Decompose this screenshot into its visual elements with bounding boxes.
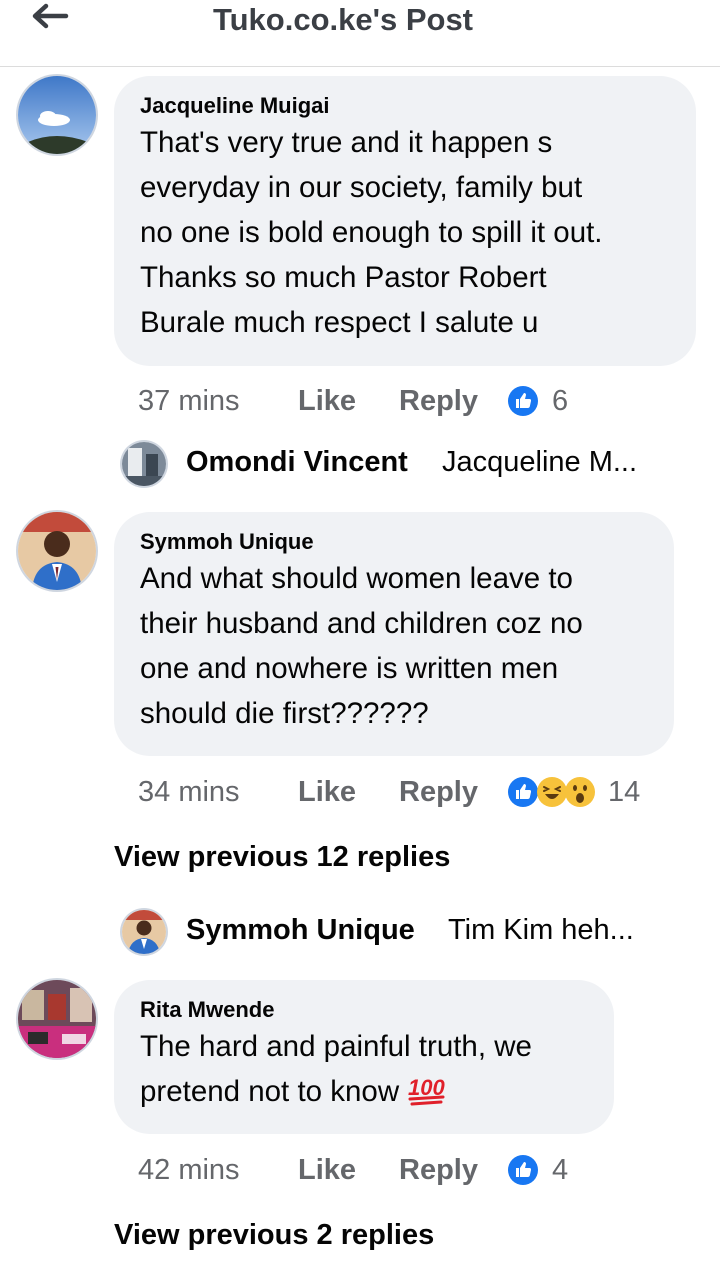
like-button[interactable]: Like <box>298 381 356 421</box>
reaction-count[interactable]: 4 <box>552 1150 568 1190</box>
reply-button[interactable]: Reply <box>399 1150 478 1190</box>
comment-text: That's very true and it happen s everyda… <box>140 120 672 345</box>
comment-line: pretend not to know <box>140 1075 400 1108</box>
reply-author[interactable]: Omondi Vincent <box>186 446 408 479</box>
avatar[interactable] <box>18 980 96 1058</box>
comment-text: The hard and painful truth, we pretend n… <box>140 1024 590 1114</box>
comment-bubble[interactable]: Jacqueline Muigai That's very true and i… <box>114 76 696 366</box>
comment-author[interactable]: Symmoh Unique <box>140 528 650 556</box>
comment-text: And what should women leave to their hus… <box>140 556 650 736</box>
reply-snippet: Jacqueline M... <box>442 446 638 478</box>
comment-actions: 42 mins Like Reply 4 <box>138 1150 638 1190</box>
comment-author[interactable]: Jacqueline Muigai <box>140 92 672 120</box>
reply-button[interactable]: Reply <box>399 381 478 421</box>
comment-line-with-emoji: pretend not to know 100 <box>140 1069 590 1114</box>
like-reaction-icon[interactable] <box>507 1154 539 1186</box>
comment-line: Burale much respect I salute u <box>140 306 539 339</box>
comment-line: That's very true and it happen s <box>140 126 553 159</box>
comment-line: should die first?????? <box>140 697 429 730</box>
avatar[interactable] <box>122 442 166 486</box>
reaction-count[interactable]: 6 <box>552 381 568 421</box>
comment-bubble[interactable]: Symmoh Unique And what should women leav… <box>114 512 674 756</box>
comment-actions: 34 mins Like Reply 14 <box>138 772 678 812</box>
comment-time: 37 mins <box>138 385 240 417</box>
view-previous-replies-link[interactable]: View previous 12 replies <box>114 841 450 874</box>
avatar[interactable] <box>18 76 96 154</box>
avatar[interactable] <box>18 512 96 590</box>
comment-line: The hard and painful truth, we <box>140 1030 532 1063</box>
reply-button[interactable]: Reply <box>399 772 478 812</box>
avatar[interactable] <box>122 910 166 954</box>
reaction-count[interactable]: 14 <box>608 772 640 812</box>
comment-time: 42 mins <box>138 1154 240 1186</box>
comment-bubble[interactable]: Rita Mwende The hard and painful truth, … <box>114 980 614 1134</box>
comment-author[interactable]: Rita Mwende <box>140 996 590 1024</box>
like-button[interactable]: Like <box>298 1150 356 1190</box>
comment-line: Thanks so much Pastor Robert <box>140 261 547 294</box>
comment-line: one and nowhere is written men <box>140 652 559 685</box>
reply-snippet: Tim Kim heh... <box>448 914 634 946</box>
like-reaction-icon[interactable] <box>507 385 539 417</box>
wow-reaction-icon[interactable] <box>564 776 596 808</box>
page-title: Tuko.co.ke's Post <box>212 2 474 37</box>
like-button[interactable]: Like <box>298 772 356 812</box>
view-previous-replies-link[interactable]: View previous 2 replies <box>114 1219 434 1252</box>
comment-line: their husband and children coz no <box>140 607 583 640</box>
like-reaction-icon[interactable] <box>507 776 539 808</box>
comment-time: 34 mins <box>138 776 240 808</box>
comment-line: And what should women leave to <box>140 562 573 595</box>
comment-actions: 37 mins Like Reply 6 <box>138 381 638 421</box>
reply-preview[interactable]: Symmoh Unique Tim Kim heh... <box>120 908 680 958</box>
hundred-points-emoji-icon: 100 <box>408 1075 446 1106</box>
top-bar: Tuko.co.ke's Post <box>0 0 720 67</box>
comment-line: everyday in our society, family but <box>140 171 583 204</box>
comment-line: no one is bold enough to spill it out. <box>140 216 603 249</box>
reply-author[interactable]: Symmoh Unique <box>186 914 415 947</box>
reply-preview[interactable]: Omondi Vincent Jacqueline M... <box>120 440 680 490</box>
